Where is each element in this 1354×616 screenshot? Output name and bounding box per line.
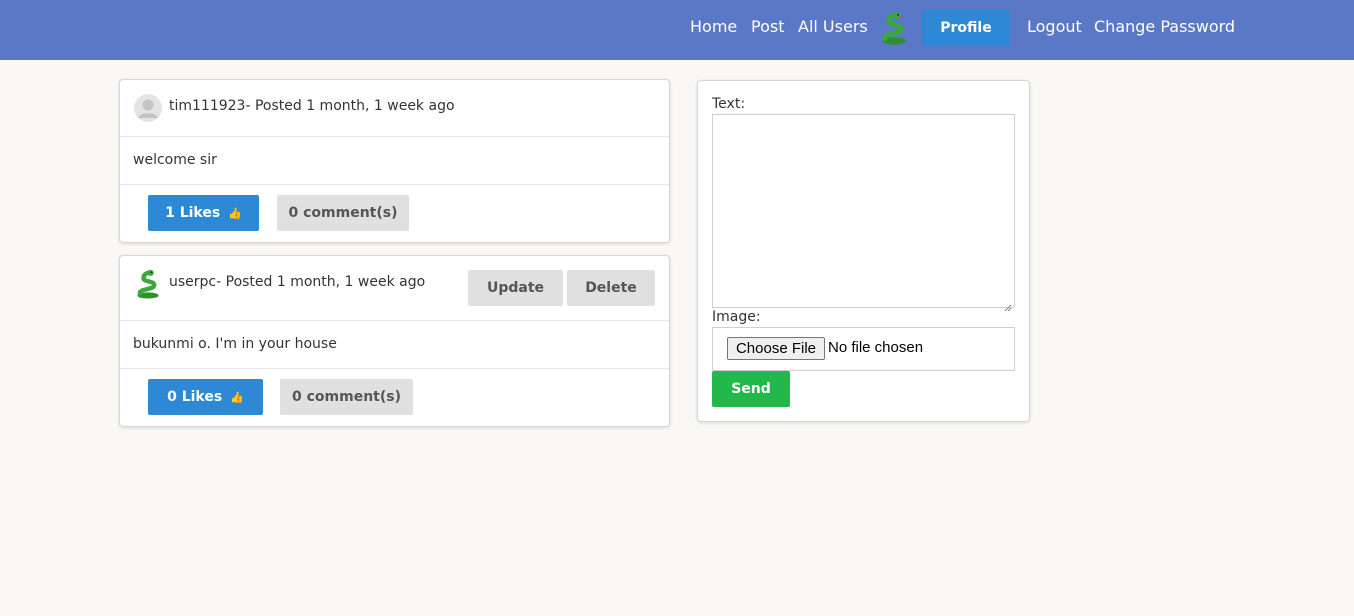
divider xyxy=(120,368,669,369)
thumbs-up-icon: 👍 xyxy=(228,206,242,220)
text-label: Text: xyxy=(712,96,746,112)
nav-home-link[interactable]: Home xyxy=(690,17,737,37)
delete-button[interactable]: Delete xyxy=(567,270,655,306)
post-card: tim111923- Posted 1 month, 1 week ago we… xyxy=(119,79,670,243)
top-navbar: Home Post All Users Profile Logout Chang… xyxy=(0,0,1354,60)
resize-handle-icon[interactable] xyxy=(1004,297,1012,312)
no-file-text: No file chosen xyxy=(828,339,924,356)
comments-button[interactable]: 0 comment(s) xyxy=(277,195,409,231)
update-button[interactable]: Update xyxy=(468,270,563,306)
snake-avatar-icon xyxy=(134,269,162,299)
new-post-form: Text: Image: Choose File No file chosen … xyxy=(697,80,1030,422)
divider xyxy=(120,136,669,137)
nav-all-users-link[interactable]: All Users xyxy=(798,17,868,37)
likes-label: 1 Likes xyxy=(165,205,221,221)
post-card: userpc- Posted 1 month, 1 week ago Updat… xyxy=(119,255,670,427)
like-button[interactable]: 0 Likes 👍 xyxy=(148,379,263,415)
divider xyxy=(120,320,669,321)
post-meta: userpc- Posted 1 month, 1 week ago xyxy=(169,274,426,290)
post-text: bukunmi o. I'm in your house xyxy=(133,336,337,352)
nav-logout-link[interactable]: Logout xyxy=(1027,17,1082,37)
post-meta: tim111923- Posted 1 month, 1 week ago xyxy=(169,98,455,114)
thumbs-up-icon: 👍 xyxy=(230,390,244,404)
image-label: Image: xyxy=(712,309,761,325)
snake-avatar-icon[interactable] xyxy=(879,11,909,45)
nav-post-link[interactable]: Post xyxy=(751,17,784,37)
send-button[interactable]: Send xyxy=(712,371,790,407)
comments-button[interactable]: 0 comment(s) xyxy=(280,379,413,415)
choose-file-button[interactable]: Choose File xyxy=(727,337,825,360)
text-input[interactable] xyxy=(712,114,1015,308)
nav-change-password-link[interactable]: Change Password xyxy=(1094,17,1235,37)
divider xyxy=(120,184,669,185)
default-user-icon xyxy=(134,94,162,122)
post-text: welcome sir xyxy=(133,152,217,168)
image-file-input: Choose File No file chosen xyxy=(712,327,1015,371)
like-button[interactable]: 1 Likes 👍 xyxy=(148,195,259,231)
likes-label: 0 Likes xyxy=(167,389,223,405)
profile-button[interactable]: Profile xyxy=(922,10,1010,46)
